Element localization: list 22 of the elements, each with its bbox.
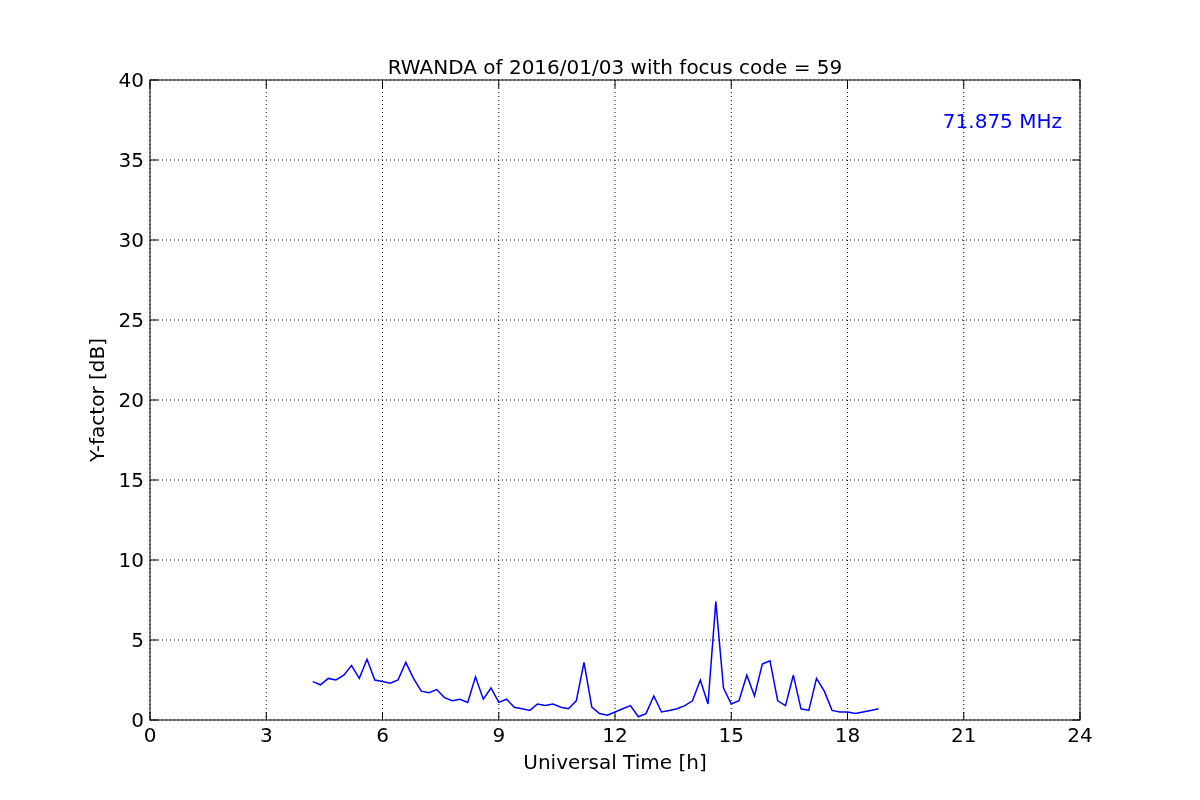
y-tick-label: 30 bbox=[118, 228, 144, 252]
y-tick-label: 10 bbox=[118, 548, 144, 572]
x-tick-label: 12 bbox=[602, 723, 628, 747]
y-axis-label: Y-factor [dB] bbox=[85, 338, 109, 462]
y-tick-label: 15 bbox=[118, 468, 144, 492]
y-tick-label: 35 bbox=[118, 148, 144, 172]
frequency-annotation: 71.875 MHz bbox=[942, 109, 1062, 133]
chart-title: RWANDA of 2016/01/03 with focus code = 59 bbox=[387, 55, 843, 79]
y-tick-label: 5 bbox=[131, 628, 144, 652]
y-tick-label: 40 bbox=[118, 68, 144, 92]
x-tick-label: 21 bbox=[951, 723, 977, 747]
x-tick-label: 0 bbox=[143, 723, 157, 747]
y-tick-label: 20 bbox=[118, 388, 144, 412]
y-tick-label: 0 bbox=[131, 708, 144, 732]
x-axis-label: Universal Time [h] bbox=[523, 750, 707, 774]
x-tick-label: 24 bbox=[1067, 723, 1093, 747]
x-tick-label: 15 bbox=[718, 723, 744, 747]
y-tick-label: 25 bbox=[118, 308, 144, 332]
x-tick-label: 3 bbox=[259, 723, 273, 747]
x-tick-label: 18 bbox=[834, 723, 861, 747]
x-tick-label: 6 bbox=[376, 723, 389, 747]
x-tick-label: 9 bbox=[492, 723, 506, 747]
